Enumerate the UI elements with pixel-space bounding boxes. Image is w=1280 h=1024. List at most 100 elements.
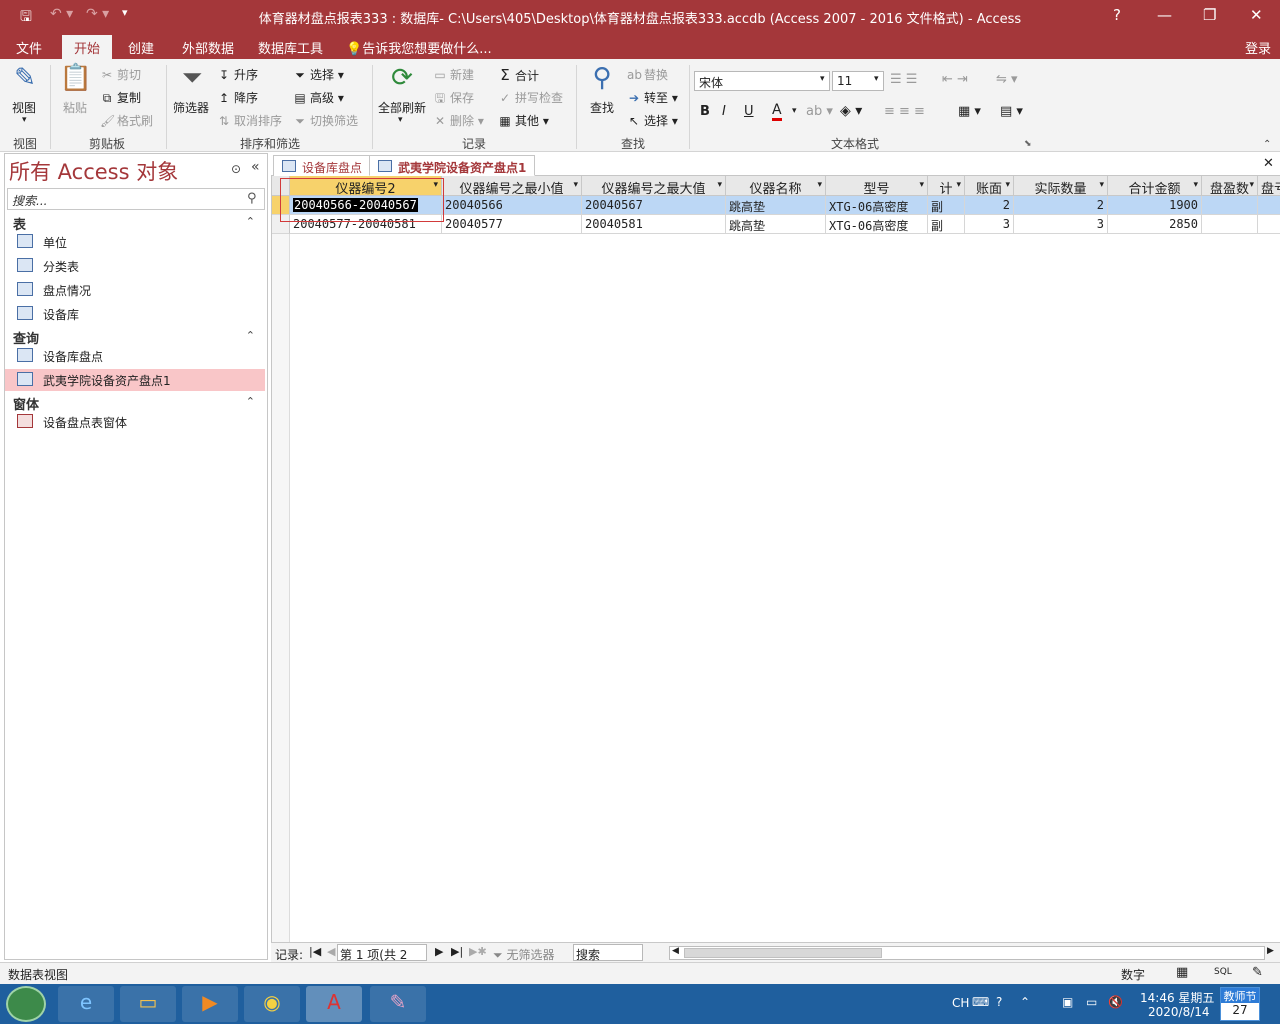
- font-color-icon[interactable]: A: [772, 103, 782, 121]
- tray-expand-icon[interactable]: ⌃: [1020, 995, 1030, 1009]
- table-cell[interactable]: XTG-06高密度: [826, 215, 928, 234]
- table-cell[interactable]: 20040566: [442, 196, 582, 215]
- calendar-badge[interactable]: 教师节 27: [1220, 987, 1260, 1021]
- clock-date[interactable]: 2020/8/14: [1148, 1005, 1210, 1019]
- table-cell[interactable]: 副: [928, 196, 965, 215]
- keyboard-icon[interactable]: ⌨: [972, 995, 989, 1009]
- shutter-bar-icon[interactable]: «: [251, 159, 260, 175]
- table-cell[interactable]: XTG-06高密度: [826, 196, 928, 215]
- alt-row-color-icon[interactable]: ▤ ▾: [1000, 104, 1023, 119]
- tab-home[interactable]: 开始: [62, 35, 113, 59]
- column-filter-icon[interactable]: ▾: [817, 180, 822, 190]
- collapse-icon[interactable]: ⌃: [246, 215, 255, 228]
- indent-icon[interactable]: ⇤ ⇥: [942, 72, 968, 87]
- ascending-button[interactable]: ↧ 升序: [217, 66, 258, 83]
- selection-filter-button[interactable]: ⏷ 选择 ▾: [293, 66, 344, 83]
- totals-button[interactable]: Σ 合计: [498, 66, 539, 84]
- nav-item-table[interactable]: 分类表: [5, 255, 265, 277]
- nav-item-query[interactable]: 武夷学院设备资产盘点1: [5, 369, 265, 391]
- column-header[interactable]: 仪器编号之最大值 ▾: [582, 176, 726, 196]
- nav-menu-icon[interactable]: ⊙: [231, 162, 241, 176]
- table-cell[interactable]: 2850: [1108, 215, 1202, 234]
- column-filter-icon[interactable]: ▾: [1005, 180, 1010, 190]
- goto-button[interactable]: ➔ 转至 ▾: [627, 89, 678, 106]
- table-cell[interactable]: 3: [965, 215, 1014, 234]
- restore-button[interactable]: ❐: [1203, 6, 1216, 24]
- tell-me-box[interactable]: 💡告诉我您想要做什么...: [346, 38, 492, 57]
- new-record-icon[interactable]: ▶✱: [469, 945, 487, 958]
- nav-search-input[interactable]: 搜索...: [7, 188, 265, 210]
- scroll-left-icon[interactable]: ◀: [672, 946, 679, 956]
- table-cell[interactable]: 2: [1014, 196, 1108, 215]
- underline-button[interactable]: U: [744, 104, 754, 119]
- current-record-box[interactable]: 第 1 项(共 2 项): [337, 944, 427, 979]
- scrollbar-thumb[interactable]: [684, 948, 882, 958]
- media-player-icon[interactable]: ▶: [182, 986, 238, 1022]
- tab-database-tools[interactable]: 数据库工具: [258, 38, 323, 57]
- column-header[interactable]: 实际数量 ▾: [1014, 176, 1108, 196]
- advanced-filter-button[interactable]: ▤ 高级 ▾: [293, 89, 344, 106]
- clock-time[interactable]: 14:46 星期五: [1140, 989, 1214, 1006]
- remove-sort-button[interactable]: ⇅ 取消排序: [217, 112, 282, 129]
- paste-icon[interactable]: 📋: [56, 63, 96, 93]
- replace-button[interactable]: ab 替换: [627, 66, 668, 83]
- spelling-button[interactable]: ✓ 拼写检查: [498, 89, 563, 106]
- explorer-icon[interactable]: ▭: [120, 986, 176, 1022]
- no-filter-indicator[interactable]: ⏷ 无筛选器: [493, 946, 554, 963]
- delete-record-button[interactable]: ✕ 删除 ▾: [433, 112, 484, 129]
- doc-tab-query-active[interactable]: 武夷学院设备资产盘点1: [369, 155, 536, 176]
- collapse-ribbon-icon[interactable]: ⌃: [1263, 139, 1271, 150]
- tab-create[interactable]: 创建: [128, 38, 154, 57]
- view-icon[interactable]: ✎: [5, 63, 45, 93]
- first-record-icon[interactable]: |◀: [309, 945, 321, 958]
- save-record-button[interactable]: 🖫 保存: [433, 89, 474, 110]
- help-tray-icon[interactable]: ?: [996, 995, 1002, 1009]
- column-header[interactable]: 盘亏: [1258, 176, 1280, 196]
- paragraph-direction-icon[interactable]: ⇋ ▾: [996, 72, 1018, 87]
- table-cell[interactable]: [1258, 196, 1280, 215]
- bullets-icon[interactable]: ☰ ☰: [890, 72, 917, 87]
- filter-icon[interactable]: ⏷: [172, 63, 212, 94]
- record-search-input[interactable]: 搜索: [573, 944, 643, 962]
- bold-button[interactable]: B: [700, 104, 710, 119]
- column-filter-icon[interactable]: ▾: [919, 180, 924, 190]
- doc-tab-query[interactable]: 设备库盘点: [273, 155, 372, 176]
- chevron-down-icon[interactable]: ▾: [820, 74, 825, 84]
- start-button[interactable]: [6, 986, 46, 1022]
- italic-button[interactable]: I: [722, 104, 726, 119]
- collapse-icon[interactable]: ⌃: [246, 395, 255, 408]
- minimize-button[interactable]: —: [1157, 6, 1172, 24]
- help-button[interactable]: ?: [1113, 6, 1121, 24]
- last-record-icon[interactable]: ▶|: [451, 945, 463, 958]
- chevron-down-icon[interactable]: ▾: [22, 115, 27, 125]
- format-painter-button[interactable]: 🖌 格式刷: [100, 112, 153, 129]
- descending-button[interactable]: ↥ 降序: [217, 89, 258, 106]
- table-cell[interactable]: 1900: [1108, 196, 1202, 215]
- nav-item-table[interactable]: 单位: [5, 231, 265, 253]
- gridlines-icon[interactable]: ▦ ▾: [958, 104, 981, 119]
- table-cell[interactable]: 跳高垫: [726, 215, 826, 234]
- table-cell[interactable]: 跳高垫: [726, 196, 826, 215]
- column-header[interactable]: 盘盈数 ▾: [1202, 176, 1258, 196]
- fill-color-icon[interactable]: ◈ ▾: [840, 103, 862, 119]
- table-cell[interactable]: 20040567: [582, 196, 726, 215]
- table-cell[interactable]: 20040577: [442, 215, 582, 234]
- column-header[interactable]: 账面 ▾: [965, 176, 1014, 196]
- design-view-icon[interactable]: ✎: [1252, 965, 1263, 980]
- table-cell[interactable]: 3: [1014, 215, 1108, 234]
- display-icon[interactable]: ▭: [1086, 995, 1097, 1009]
- horizontal-scrollbar[interactable]: ◀: [669, 946, 1265, 960]
- close-button[interactable]: ✕: [1250, 6, 1263, 24]
- refresh-icon[interactable]: ⟳: [382, 63, 422, 93]
- paint-icon[interactable]: ✎: [370, 986, 426, 1022]
- scroll-right-icon[interactable]: ▶: [1267, 946, 1274, 956]
- search-icon[interactable]: ⚲: [247, 191, 257, 206]
- column-filter-icon[interactable]: ▾: [1193, 180, 1198, 190]
- column-filter-icon[interactable]: ▾: [956, 180, 961, 190]
- more-records-button[interactable]: ▦ 其他 ▾: [498, 112, 549, 129]
- collapse-icon[interactable]: ⌃: [246, 329, 255, 342]
- highlight-icon[interactable]: ab ▾: [806, 104, 833, 119]
- cut-button[interactable]: ✂ 剪切: [100, 66, 141, 83]
- dialog-launcher-icon[interactable]: ⬊: [1024, 139, 1032, 149]
- ie-icon[interactable]: e: [58, 986, 114, 1022]
